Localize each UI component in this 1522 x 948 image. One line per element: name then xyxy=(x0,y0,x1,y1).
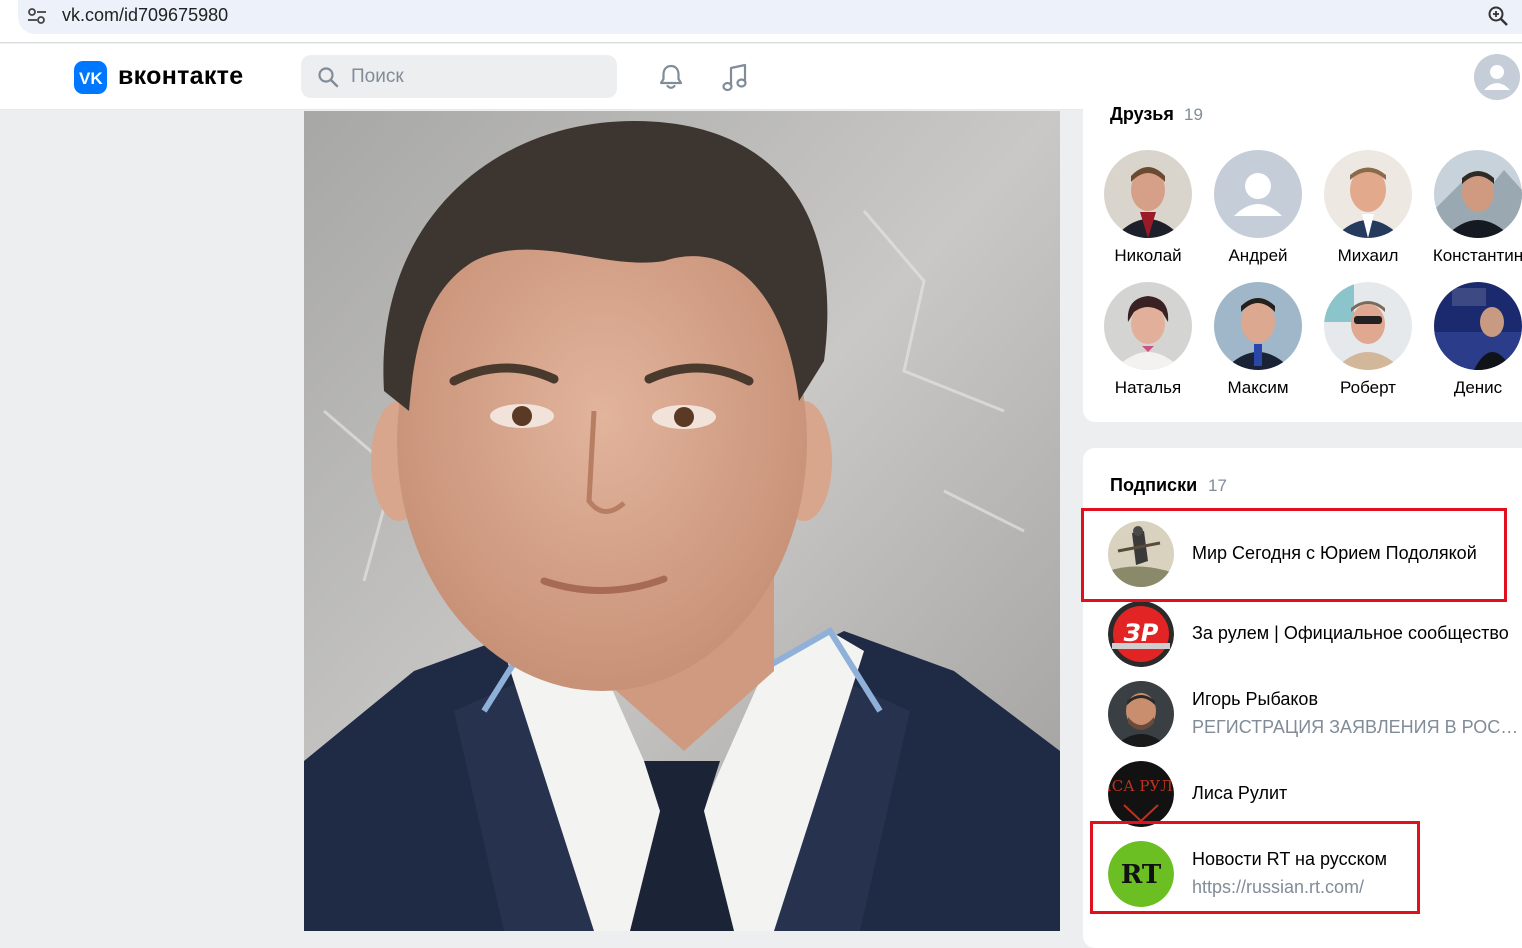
friend-avatar[interactable] xyxy=(1324,282,1412,370)
friend-name[interactable]: Андрей xyxy=(1203,246,1313,266)
friend-avatar[interactable] xyxy=(1434,282,1522,370)
search-placeholder: Поиск xyxy=(351,66,404,87)
friend-item[interactable]: Роберт xyxy=(1313,282,1423,398)
friend-name[interactable]: Денис xyxy=(1423,378,1522,398)
friend-name[interactable]: Михаил xyxy=(1313,246,1423,266)
group-avatar[interactable] xyxy=(1108,681,1174,747)
bell-icon[interactable] xyxy=(656,62,686,92)
omnibox[interactable] xyxy=(18,0,1522,34)
friend-item[interactable]: Николай xyxy=(1093,150,1203,266)
friend-name[interactable]: Максим xyxy=(1203,378,1313,398)
friend-avatar[interactable] xyxy=(1104,150,1192,238)
highlight-box xyxy=(1081,508,1507,602)
za-rulem-logo-text: ЗР xyxy=(1123,619,1159,647)
friend-item[interactable]: Денис xyxy=(1423,282,1522,398)
subscription-subtitle: РЕГИСТРАЦИЯ ЗАЯВЛЕНИЯ В РОСКОМНАДЗОР xyxy=(1192,717,1522,737)
subscription-title[interactable]: Лиса Рулит xyxy=(1192,783,1287,804)
subscription-item[interactable]: ЛИСА РУЛИТ Лиса Рулит xyxy=(1108,761,1518,827)
subscription-item[interactable]: Игорь Рыбаков РЕГИСТРАЦИЯ ЗАЯВЛЕНИЯ В РО… xyxy=(1108,681,1522,747)
subscription-title[interactable]: Игорь Рыбаков xyxy=(1192,689,1318,710)
profile-photo[interactable] xyxy=(304,111,1060,931)
friends-count: 19 xyxy=(1184,105,1203,124)
friend-name[interactable]: Наталья xyxy=(1093,378,1203,398)
subscription-title[interactable]: За рулем | Официальное сообщество xyxy=(1192,623,1509,644)
tune-icon[interactable] xyxy=(24,5,50,27)
friend-avatar[interactable] xyxy=(1214,282,1302,370)
friend-avatar[interactable] xyxy=(1324,150,1412,238)
friend-avatar-placeholder[interactable] xyxy=(1214,150,1302,238)
friend-item[interactable]: Михаил xyxy=(1313,150,1423,266)
search-icon xyxy=(318,67,339,88)
lisa-rulit-logo-text: ЛИСА РУЛИТ xyxy=(1108,777,1174,795)
friend-avatar[interactable] xyxy=(1104,282,1192,370)
subscriptions-count: 17 xyxy=(1208,476,1227,495)
search-input[interactable]: Поиск xyxy=(301,55,617,98)
friends-title[interactable]: Друзья xyxy=(1110,104,1174,125)
url-text[interactable]: vk.com/id709675980 xyxy=(62,5,228,26)
subscriptions-title[interactable]: Подписки xyxy=(1110,475,1197,496)
za-rulem-logo-icon[interactable]: ЗР xyxy=(1108,601,1174,667)
vk-wordmark[interactable]: ВКОНТАКТЕ xyxy=(118,62,243,91)
music-icon[interactable] xyxy=(720,61,750,93)
friend-item[interactable]: Максим xyxy=(1203,282,1313,398)
friend-avatar[interactable] xyxy=(1434,150,1522,238)
subscription-item[interactable]: ЗР За рулем | Официальное сообщество xyxy=(1108,601,1518,667)
svg-text:VK: VK xyxy=(79,69,103,86)
friend-name[interactable]: Роберт xyxy=(1313,378,1423,398)
zoom-icon[interactable] xyxy=(1486,4,1510,28)
friend-item[interactable]: Андрей xyxy=(1203,150,1313,266)
friend-item[interactable]: Константин xyxy=(1423,150,1522,266)
friend-name[interactable]: Николай xyxy=(1093,246,1203,266)
friend-item[interactable]: Наталья xyxy=(1093,282,1203,398)
vk-logo-icon[interactable]: VK xyxy=(74,61,107,94)
highlight-box xyxy=(1090,821,1420,914)
browser-address-bar: vk.com/id709675980 xyxy=(0,0,1522,43)
user-avatar-icon[interactable] xyxy=(1474,54,1520,100)
lisa-rulit-logo-icon[interactable]: ЛИСА РУЛИТ xyxy=(1108,761,1174,827)
friend-name[interactable]: Константин xyxy=(1423,246,1522,266)
